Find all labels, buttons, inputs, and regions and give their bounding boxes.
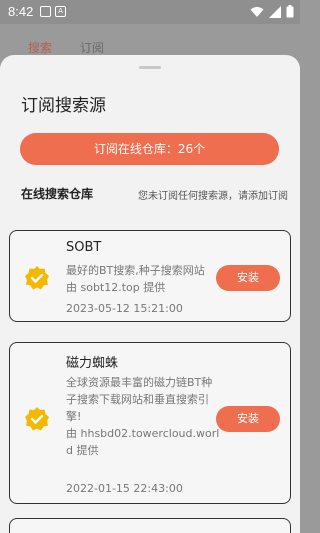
install-button[interactable]: 安装 xyxy=(216,265,280,291)
status-time: 8:42 xyxy=(8,4,34,19)
search-source-card xyxy=(9,518,291,533)
search-source-card: 磁力蜘蛛 全球资源最丰富的磁力链BT种子搜索下载网站和垂直搜索引擎! 由 hhs… xyxy=(9,342,291,504)
install-button[interactable]: 安装 xyxy=(216,406,280,432)
verified-badge-icon xyxy=(25,266,49,290)
battery-icon xyxy=(286,5,294,18)
image-icon xyxy=(40,6,51,17)
status-bar: 8:42 A xyxy=(0,0,300,24)
tab-subscriptions: 订阅 xyxy=(80,41,105,55)
section-hint: 您未订阅任何搜索源，请添加订阅 xyxy=(138,191,288,202)
online-repo-button[interactable]: 订阅在线仓库：26个 xyxy=(20,133,279,165)
source-date: 2023-05-12 15:21:00 xyxy=(66,302,183,315)
source-description: 最好的BT搜索,种子搜索网站 xyxy=(66,264,205,277)
sheet-title: 订阅搜索源 xyxy=(21,96,106,116)
sheet-drag-handle[interactable] xyxy=(139,66,161,69)
source-description: 全球资源最丰富的磁力链BT种子搜索下载网站和垂直搜索引擎! xyxy=(66,376,213,423)
source-provider: 由 hhsbd02.towercloud.world 提供 xyxy=(66,427,220,457)
wifi-icon xyxy=(250,6,264,17)
search-source-card: SOBT 最好的BT搜索,种子搜索网站 由 sobt12.top 提供 2023… xyxy=(9,230,291,322)
notification-icons: A xyxy=(40,6,66,17)
source-provider: 由 sobt12.top 提供 xyxy=(66,281,166,294)
signal-icon xyxy=(269,5,281,18)
subscription-sheet: 订阅搜索源 订阅在线仓库：26个 在线搜索仓库 您未订阅任何搜索源，请添加订阅 … xyxy=(0,55,300,533)
background-tab-bar: 搜索 订阅 xyxy=(0,24,300,58)
system-icons xyxy=(250,5,294,18)
section-title: 在线搜索仓库 xyxy=(21,187,94,201)
tab-search: 搜索 xyxy=(28,41,53,55)
source-date: 2022-01-15 22:43:00 xyxy=(66,482,183,495)
verified-badge-icon xyxy=(25,407,49,431)
source-name: SOBT xyxy=(66,240,102,255)
text-icon: A xyxy=(55,6,66,17)
source-name: 磁力蜘蛛 xyxy=(66,356,119,371)
